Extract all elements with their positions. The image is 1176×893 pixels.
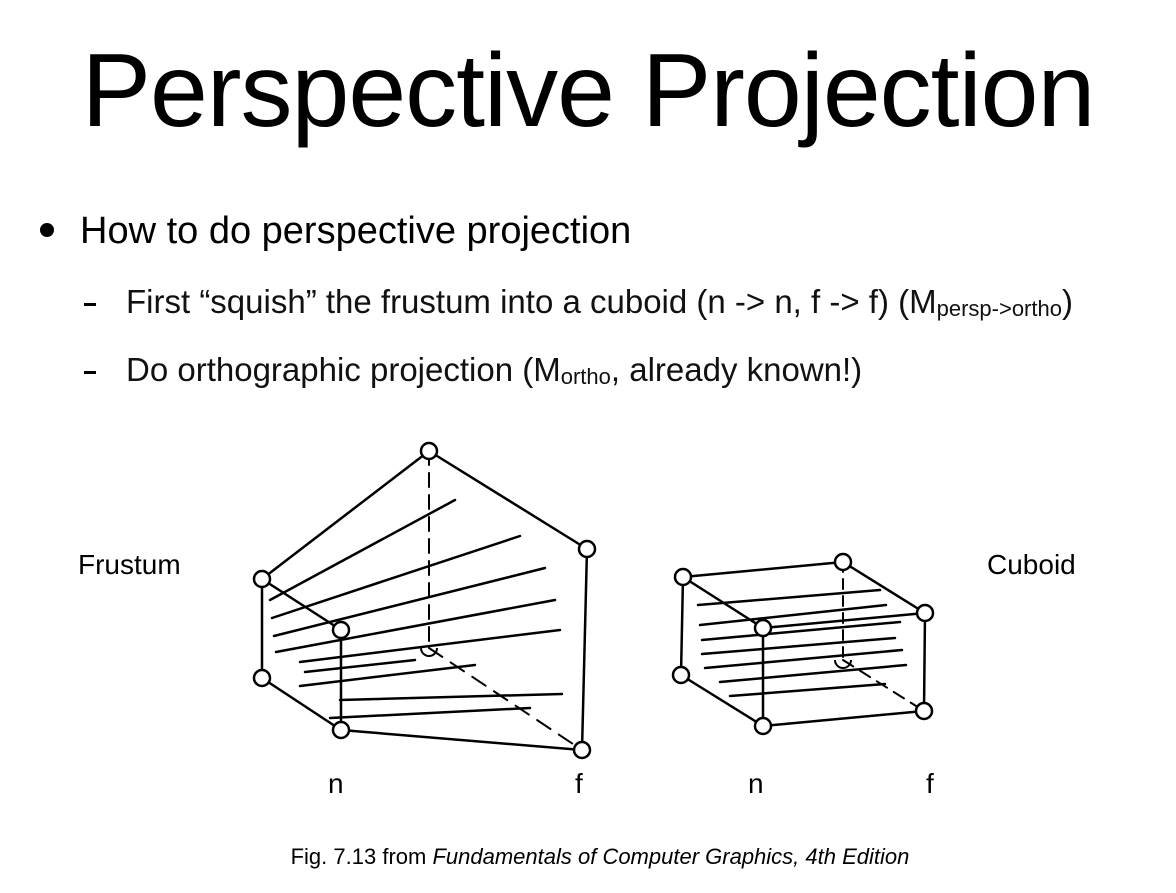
- cuboid-diagram: [679, 560, 927, 728]
- frustum-vertex: [577, 539, 597, 559]
- dash-marker: [84, 302, 96, 306]
- sub-bullet-ortho-rest: , already known!): [610, 351, 863, 388]
- frustum-vertex: [331, 720, 351, 740]
- frustum-vertex: [572, 740, 592, 760]
- caption-prefix: Fig. 7.13 from: [290, 844, 433, 869]
- cuboid-vertex: [753, 618, 773, 638]
- sub-bullet-ortho-text: Do orthographic projection (M: [126, 351, 561, 388]
- sub-bullet-squish: First “squish” the frustum into a cuboid…: [84, 282, 1073, 322]
- sub-bullet-squish-text: First “squish” the frustum into a cuboid…: [126, 283, 937, 320]
- projection-figure: [252, 441, 935, 760]
- caption-book-title: Fundamentals of Computer Graphics, 4th E…: [432, 844, 910, 869]
- dash-marker: [84, 370, 96, 374]
- cuboid-near-label: n: [748, 768, 764, 799]
- bullet-dot: [40, 222, 54, 237]
- cuboid-label: Cuboid: [987, 549, 1076, 580]
- frustum-diagram: [260, 449, 589, 752]
- frustum-vertex: [331, 620, 351, 640]
- sub-bullet-squish-close: ): [1061, 283, 1073, 320]
- cuboid-far-label: f: [926, 768, 934, 799]
- matrix-subscript: ortho: [560, 364, 611, 389]
- main-bullet-text: How to do perspective projection: [80, 210, 632, 252]
- frustum-label: Frustum: [78, 549, 181, 580]
- frustum-vertex: [419, 441, 439, 461]
- frustum-vertex: [252, 569, 272, 589]
- sub-bullet-ortho: Do orthographic projection (Mortho, alre…: [84, 350, 862, 390]
- main-bullet: How to do perspective projection: [40, 207, 631, 256]
- cuboid-vertex: [671, 665, 691, 685]
- matrix-subscript: persp->ortho: [936, 296, 1062, 321]
- figure-caption: Fig. 7.13 from Fundamentals of Computer …: [0, 844, 1176, 870]
- frustum-far-label: f: [575, 768, 583, 799]
- cuboid-vertex: [753, 716, 773, 736]
- slide-title: Perspective Projection: [81, 33, 1096, 149]
- frustum-near-label: n: [328, 768, 344, 799]
- cuboid-vertex: [673, 567, 693, 587]
- frustum-vertex: [252, 668, 272, 688]
- cuboid-vertex: [914, 701, 934, 721]
- cuboid-vertex: [915, 603, 935, 623]
- cuboid-vertex: [833, 552, 853, 572]
